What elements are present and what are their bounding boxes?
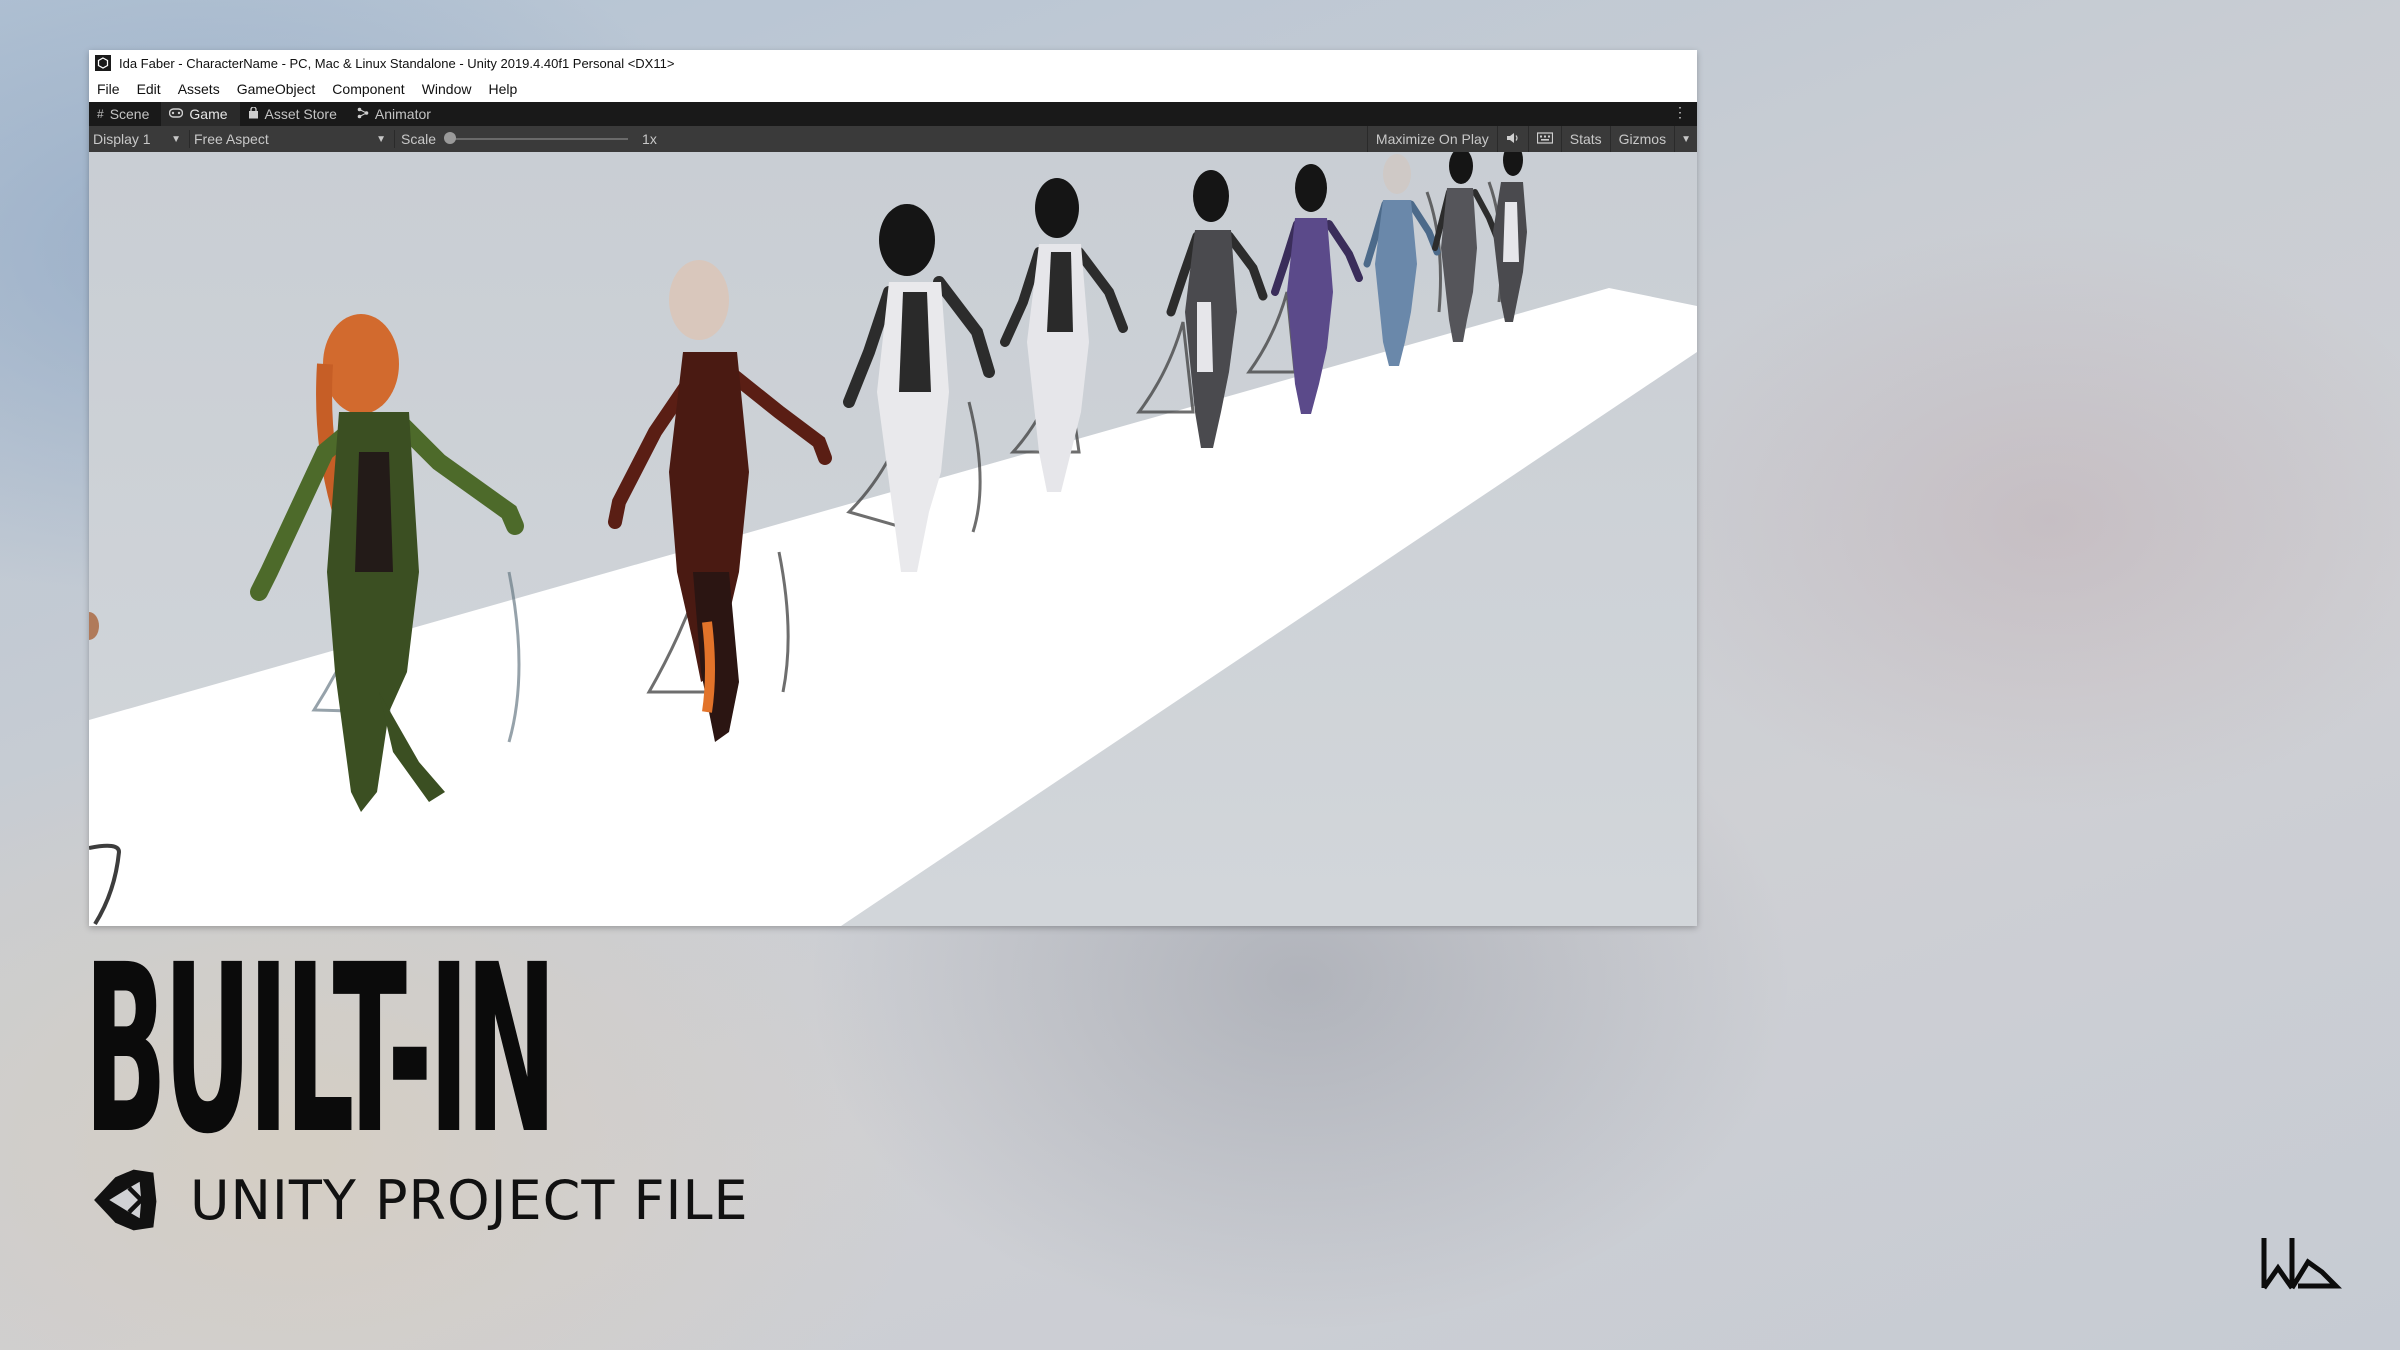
menu-window[interactable]: Window [422,81,472,97]
tab-game[interactable]: Game [161,102,240,126]
menu-help[interactable]: Help [488,81,517,97]
game-viewport[interactable] [89,152,1697,926]
maximize-on-play-label: Maximize On Play [1375,131,1489,147]
gizmos-toggle[interactable]: Gizmos [1609,126,1674,152]
scale-value: 1x [642,131,657,147]
window-title: Ida Faber - CharacterName - PC, Mac & Li… [119,55,675,71]
title-bar: Ida Faber - CharacterName - PC, Mac & Li… [89,50,1697,76]
stats-toggle[interactable]: Stats [1560,126,1610,152]
chevron-down-icon: ▼ [171,133,181,145]
display-dropdown-value: Display 1 [93,131,151,147]
shopping-bag-icon [248,105,259,122]
gizmos-dropdown[interactable]: ▼ [1674,126,1697,152]
menu-bar: File Edit Assets GameObject Component Wi… [89,76,1697,102]
gizmos-label: Gizmos [1618,131,1667,147]
speaker-icon [1506,131,1520,147]
tab-asset-store[interactable]: Asset Store [240,102,349,126]
keyboard-icon [1536,131,1553,147]
unity-logo-icon [94,1169,157,1231]
scene-render [89,152,1697,926]
aspect-dropdown-value: Free Aspect [194,131,269,147]
menu-edit[interactable]: Edit [137,81,161,97]
mute-audio-toggle[interactable] [1496,126,1528,152]
keyboard-shortcuts-toggle[interactable] [1527,126,1561,152]
menu-gameobject[interactable]: GameObject [237,81,316,97]
tab-game-label: Game [189,106,228,122]
hero-subtitle: UNITY PROJECT FILE [190,1168,749,1232]
menu-assets[interactable]: Assets [178,81,220,97]
menu-component[interactable]: Component [332,81,404,97]
tab-animator[interactable]: Animator [349,102,443,126]
gamepad-icon [169,107,184,121]
chevron-down-icon: ▼ [376,133,386,145]
brand-logo-icon [2261,1238,2342,1290]
menu-file[interactable]: File [97,81,120,97]
hero-title: BUILT-IN [84,915,557,1185]
editor-tab-bar: # Scene Game Asset Store Animator ⋮ [89,102,1697,126]
unity-app-icon [95,55,111,71]
grid-icon: # [97,107,104,121]
unity-editor-window: Ida Faber - CharacterName - PC, Mac & Li… [89,50,1697,926]
tab-animator-label: Animator [374,106,431,122]
tab-scene[interactable]: # Scene [89,102,161,126]
more-options-icon[interactable]: ⋮ [1673,104,1687,121]
tab-asset-store-label: Asset Store [264,106,337,122]
tab-scene-label: Scene [109,106,150,122]
animator-icon [357,107,369,122]
scale-label: Scale [401,131,437,147]
hero-subtitle-row: UNITY PROJECT FILE [88,1162,749,1238]
display-dropdown[interactable]: Display 1 ▼ [89,126,189,152]
chevron-down-icon: ▼ [1681,133,1691,145]
scale-slider-thumb[interactable] [444,132,457,144]
maximize-on-play-toggle[interactable]: Maximize On Play [1366,126,1497,152]
game-view-toolbar: Display 1 ▼ Free Aspect ▼ Scale 1x Maxim… [89,126,1697,153]
stats-label: Stats [1569,131,1602,147]
toolbar-right-group: Maximize On Play Stats Gizmos ▼ [1366,126,1697,152]
scale-slider[interactable] [444,132,629,144]
aspect-dropdown[interactable]: Free Aspect ▼ [190,126,394,152]
